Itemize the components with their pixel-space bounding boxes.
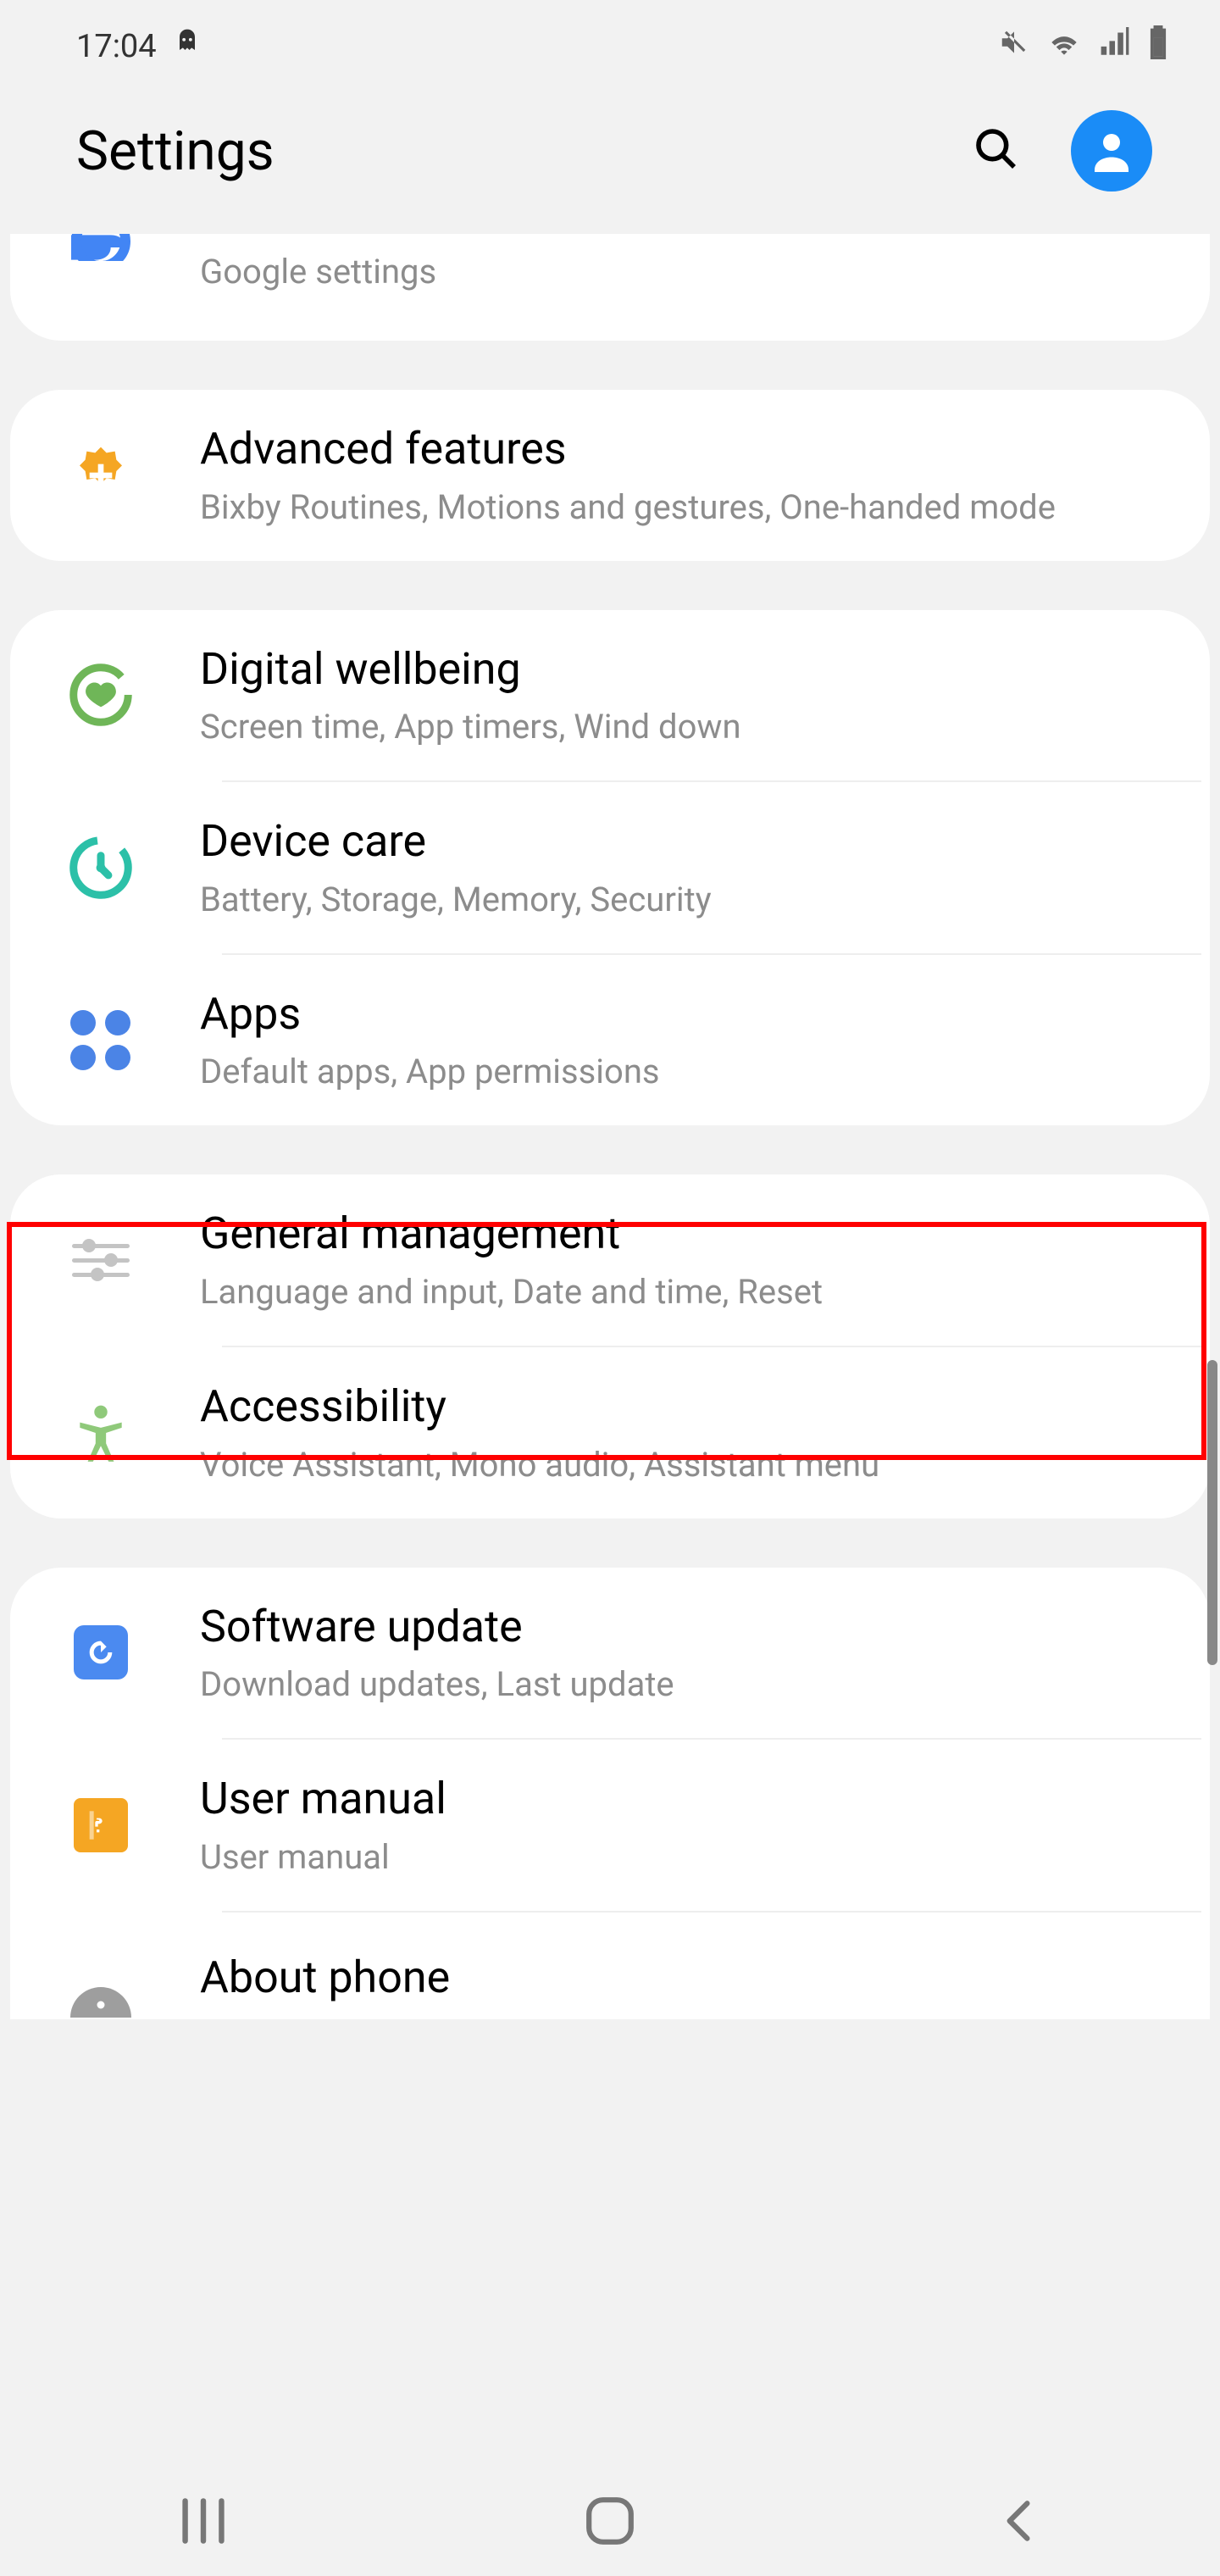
gear-plus-icon	[63, 437, 139, 514]
settings-card: General management Language and input, D…	[10, 1174, 1210, 1518]
settings-item-title: Digital wellbeing	[200, 641, 1169, 698]
app-header: Settings	[0, 85, 1220, 234]
settings-item-sub: Default apps, App permissions	[200, 1049, 1169, 1095]
settings-item-apps[interactable]: Apps Default apps, App permissions	[10, 955, 1210, 1126]
settings-item-digital-wellbeing[interactable]: Digital wellbeing Screen time, App timer…	[10, 610, 1210, 781]
status-time: 17:04	[76, 28, 157, 65]
settings-item-general-management[interactable]: General management Language and input, D…	[10, 1174, 1210, 1346]
navigation-bar	[0, 2466, 1220, 2576]
settings-item-accessibility[interactable]: Accessibility Voice Assistant, Mono audi…	[10, 1347, 1210, 1518]
settings-item-about-phone[interactable]: About phone	[10, 1913, 1210, 2019]
settings-item-advanced-features[interactable]: Advanced features Bixby Routines, Motion…	[10, 390, 1210, 561]
settings-item-device-care[interactable]: Device care Battery, Storage, Memory, Se…	[10, 782, 1210, 953]
settings-item-title: Advanced features	[200, 420, 1169, 478]
apps-icon	[63, 1002, 139, 1079]
back-button[interactable]	[983, 2487, 1051, 2555]
sliders-icon	[63, 1222, 139, 1298]
settings-card: Software update Download updates, Last u…	[10, 1568, 1210, 2019]
settings-item-title: Apps	[200, 985, 1169, 1043]
settings-item-sub: Battery, Storage, Memory, Security	[200, 877, 1169, 923]
status-bar: 17:04	[0, 0, 1220, 85]
signal-icon	[1098, 27, 1132, 66]
wifi-icon	[1045, 26, 1083, 67]
info-icon	[63, 1943, 139, 2019]
device-care-icon	[63, 830, 139, 906]
settings-item-title: User manual	[200, 1770, 1169, 1828]
settings-card: Google settings	[10, 234, 1210, 341]
settings-item-sub: Screen time, App timers, Wind down	[200, 704, 1169, 750]
recents-button[interactable]	[169, 2487, 237, 2555]
home-button[interactable]	[576, 2487, 644, 2555]
settings-list: Google settings Advanced features Bixby …	[0, 234, 1220, 2019]
settings-item-title: Software update	[200, 1598, 1169, 1656]
settings-card: Digital wellbeing Screen time, App timer…	[10, 610, 1210, 1126]
settings-item-user-manual[interactable]: User manual User manual	[10, 1740, 1210, 1911]
settings-item-software-update[interactable]: Software update Download updates, Last u…	[10, 1568, 1210, 1739]
google-icon	[63, 234, 139, 310]
settings-item-title: Accessibility	[200, 1378, 1169, 1435]
profile-button[interactable]	[1071, 110, 1152, 192]
wellbeing-icon	[63, 657, 139, 733]
settings-item-sub: Download updates, Last update	[200, 1662, 1169, 1707]
download-icon	[63, 1614, 139, 1690]
settings-item-sub: Bixby Routines, Motions and gestures, On…	[200, 485, 1169, 530]
mute-icon	[998, 26, 1030, 67]
settings-item-title: About phone	[200, 1949, 1169, 2007]
settings-item-title: Device care	[200, 813, 1169, 870]
accessibility-icon	[63, 1395, 139, 1471]
ghost-icon	[174, 27, 201, 66]
search-icon[interactable]	[973, 125, 1020, 176]
settings-item-sub: Language and input, Date and time, Reset	[200, 1269, 1169, 1315]
settings-item-sub: User manual	[200, 1835, 1169, 1880]
page-title: Settings	[76, 119, 274, 183]
settings-item-sub: Google settings	[200, 249, 1169, 295]
book-icon	[63, 1787, 139, 1863]
settings-card: Advanced features Bixby Routines, Motion…	[10, 390, 1210, 561]
scrollbar-thumb[interactable]	[1207, 1360, 1217, 1665]
battery-icon	[1147, 25, 1169, 68]
settings-item-title: General management	[200, 1205, 1169, 1263]
settings-item-google[interactable]: Google settings	[10, 234, 1210, 341]
settings-item-sub: Voice Assistant, Mono audio, Assistant m…	[200, 1442, 1169, 1488]
